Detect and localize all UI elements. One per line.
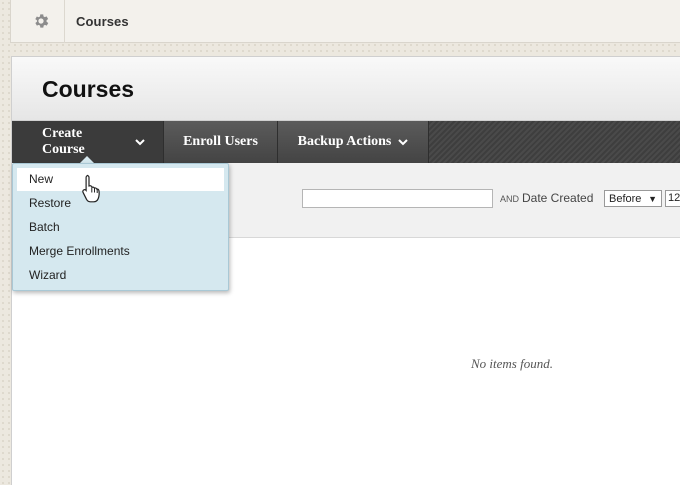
date-created-label: Date Created [522,191,594,205]
menu-item-wizard[interactable]: Wizard [13,263,228,287]
action-bar: Create Course Enroll Users Backup Action… [12,121,680,164]
menu-item-merge-enrollments[interactable]: Merge Enrollments [13,239,228,263]
enroll-users-button[interactable]: Enroll Users [164,121,278,163]
and-label: AND [500,194,520,204]
date-operator-value: Before [609,192,642,205]
date-operator-select[interactable]: Before ▼ [604,190,662,207]
menu-item-new[interactable]: New [17,168,224,191]
backup-actions-label: Backup Actions [297,134,392,149]
gear-icon[interactable] [17,0,65,43]
create-course-menu: New Restore Batch Merge Enrollments Wiza… [12,163,229,291]
page-header: Courses [12,57,680,121]
page-title: Courses [42,76,135,102]
menu-item-batch[interactable]: Batch [13,215,228,239]
backup-actions-button[interactable]: Backup Actions [278,121,429,163]
dropdown-arrow-icon: ▼ [648,193,657,204]
breadcrumb-bar: Courses [10,0,680,43]
hand-cursor-icon [81,174,103,209]
chevron-down-icon [135,138,145,146]
breadcrumb-courses[interactable]: Courses [76,14,129,29]
empty-message: No items found. [471,356,553,371]
enroll-users-label: Enroll Users [183,134,258,149]
search-input[interactable] [302,189,493,208]
create-course-label: Create Course [42,126,85,157]
menu-item-restore[interactable]: Restore [13,191,228,215]
date-input[interactable]: 12 [665,190,680,207]
chevron-down-icon [398,138,409,146]
create-course-button[interactable]: Create Course [12,121,164,164]
